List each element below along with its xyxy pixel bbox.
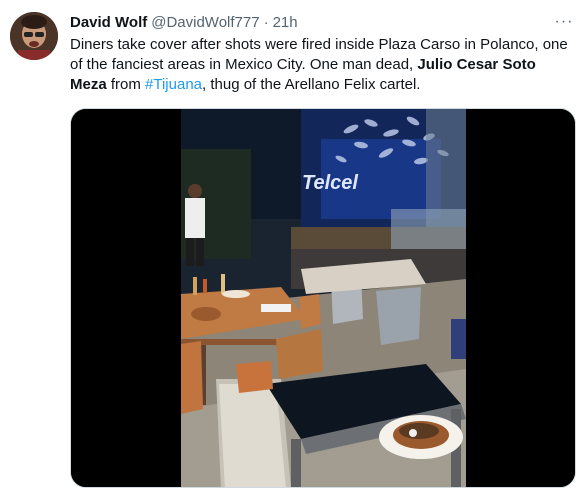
author-name[interactable]: David Wolf bbox=[70, 13, 147, 33]
video-player[interactable]: Telcel bbox=[70, 108, 576, 488]
hashtag-link[interactable]: #Tijuana bbox=[145, 76, 202, 93]
tweet-header: David Wolf @DavidWolf777 · 21h bbox=[70, 12, 572, 34]
separator-dot: · bbox=[263, 14, 269, 31]
tweet-text: Diners take cover after shots were fired… bbox=[70, 35, 570, 95]
telcel-sign: Telcel bbox=[302, 172, 358, 194]
avatar-image bbox=[10, 12, 58, 60]
tweet-card[interactable]: David Wolf @DavidWolf777 · 21h ··· Diner… bbox=[0, 0, 582, 488]
video-frame: Telcel bbox=[71, 109, 575, 487]
timestamp[interactable]: 21h bbox=[273, 13, 298, 33]
tweet-text-part: from bbox=[106, 76, 146, 93]
tweet-text-part: , thug of the Arellano Felix cartel. bbox=[202, 76, 421, 93]
more-options-icon[interactable]: ··· bbox=[554, 12, 574, 32]
author-handle[interactable]: @DavidWolf777 bbox=[151, 13, 259, 33]
avatar[interactable] bbox=[10, 12, 58, 60]
